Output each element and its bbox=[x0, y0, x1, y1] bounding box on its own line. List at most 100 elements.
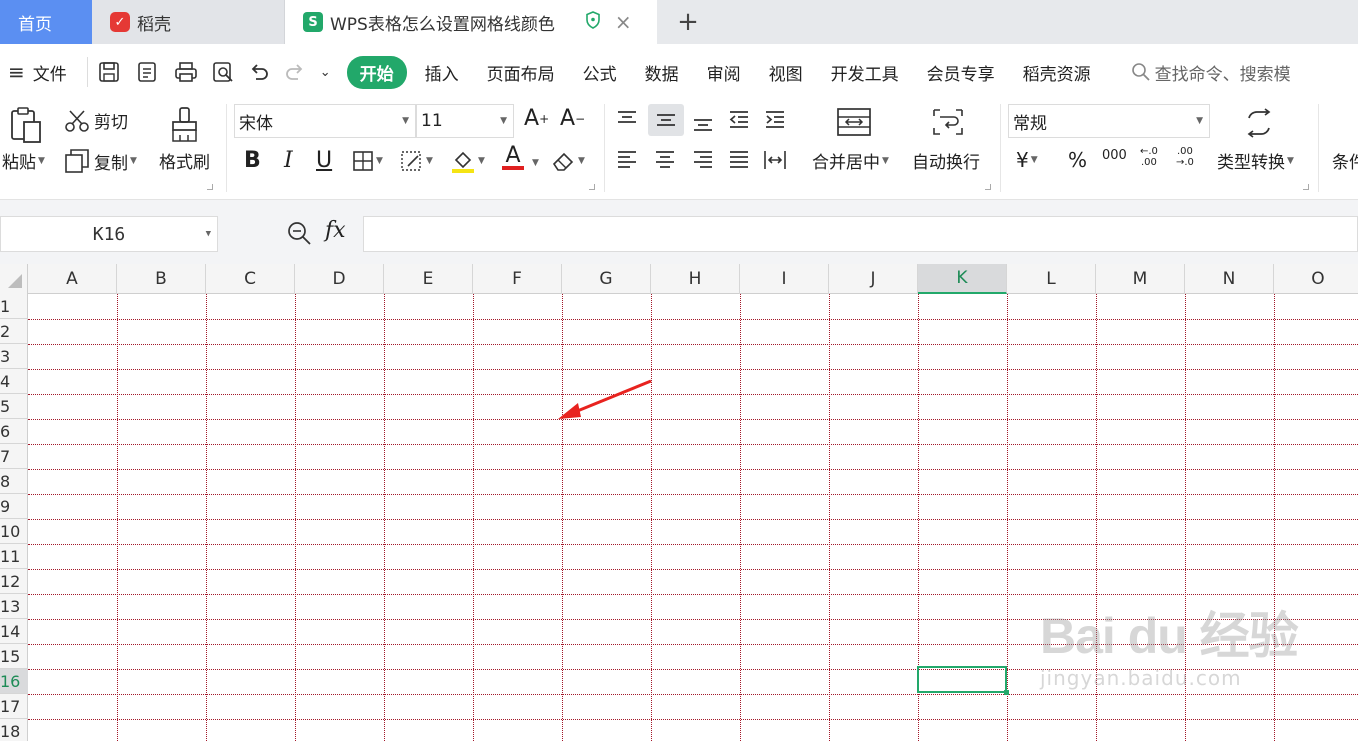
menu-view[interactable]: 视图 bbox=[769, 60, 803, 85]
distributed-align-icon[interactable] bbox=[762, 148, 788, 172]
percent-icon[interactable]: % bbox=[1068, 148, 1087, 172]
column-header-a[interactable]: A bbox=[28, 264, 117, 294]
font-size-select[interactable]: 11 ▼ bbox=[416, 104, 514, 138]
menu-page-layout[interactable]: 页面布局 bbox=[487, 60, 555, 85]
menu-developer[interactable]: 开发工具 bbox=[831, 60, 899, 85]
italic-icon[interactable]: I bbox=[284, 148, 293, 173]
menu-start[interactable]: 开始 bbox=[346, 55, 407, 89]
row-header-7[interactable]: 7 bbox=[0, 444, 28, 469]
tab-document[interactable]: S WPS表格怎么设置网格线颜色 × bbox=[285, 0, 657, 44]
column-header-k[interactable]: K bbox=[918, 264, 1007, 294]
row-header-16[interactable]: 16 bbox=[0, 669, 28, 694]
selected-cell-k16[interactable] bbox=[917, 666, 1009, 695]
more-chevron-icon[interactable]: ⌄ bbox=[320, 65, 331, 80]
save-icon[interactable] bbox=[98, 61, 120, 83]
column-header-g[interactable]: G bbox=[562, 264, 651, 294]
insert-function-icon[interactable]: fx bbox=[325, 218, 346, 243]
wrap-text-icon[interactable] bbox=[930, 106, 966, 138]
wrap-text-button[interactable]: 自动换行 bbox=[912, 148, 980, 173]
bold-icon[interactable]: B bbox=[244, 148, 261, 173]
menu-formula[interactable]: 公式 bbox=[583, 60, 617, 85]
zoom-search-icon[interactable] bbox=[286, 220, 312, 246]
column-header-m[interactable]: M bbox=[1096, 264, 1185, 294]
dropdown-arrow-icon[interactable]: ▼ bbox=[532, 158, 539, 168]
alignment-launcher-icon[interactable] bbox=[985, 184, 991, 190]
select-all-corner[interactable] bbox=[0, 264, 28, 294]
column-header-d[interactable]: D bbox=[295, 264, 384, 294]
paste-button[interactable]: 粘贴 ▼ bbox=[2, 148, 45, 173]
menu-review[interactable]: 审阅 bbox=[707, 60, 741, 85]
row-header-10[interactable]: 10 bbox=[0, 519, 28, 544]
redo-icon[interactable] bbox=[284, 61, 306, 83]
justify-icon[interactable] bbox=[726, 148, 752, 172]
format-painter-icon[interactable] bbox=[168, 106, 202, 144]
row-header-11[interactable]: 11 bbox=[0, 544, 28, 569]
decrease-decimal-icon[interactable]: .00 →.0 bbox=[1176, 146, 1194, 168]
column-header-e[interactable]: E bbox=[384, 264, 473, 294]
underline-icon[interactable]: U bbox=[316, 148, 332, 173]
font-color-icon[interactable]: A bbox=[502, 145, 524, 170]
row-header-3[interactable]: 3 bbox=[0, 344, 28, 369]
menu-file[interactable]: 文件 bbox=[33, 60, 67, 85]
column-header-c[interactable]: C bbox=[206, 264, 295, 294]
column-header-i[interactable]: I bbox=[740, 264, 829, 294]
font-launcher-icon[interactable] bbox=[589, 184, 595, 190]
number-format-select[interactable]: 常规 ▼ bbox=[1008, 104, 1210, 138]
name-box[interactable]: K16 ▼ bbox=[0, 216, 218, 252]
menu-member[interactable]: 会员专享 bbox=[927, 60, 995, 85]
hamburger-menu-icon[interactable]: ≡ bbox=[8, 60, 25, 84]
export-pdf-icon[interactable] bbox=[136, 61, 158, 83]
align-center-icon[interactable] bbox=[652, 148, 678, 172]
tab-daoke[interactable]: ✓ 稻壳 bbox=[92, 0, 285, 44]
tab-home[interactable]: 首页 bbox=[0, 0, 92, 44]
thousands-separator-icon[interactable]: 000 bbox=[1102, 148, 1127, 163]
print-preview-icon[interactable] bbox=[212, 61, 234, 83]
row-header-15[interactable]: 15 bbox=[0, 644, 28, 669]
align-bottom-icon[interactable] bbox=[690, 108, 716, 132]
fill-pattern-icon[interactable]: ▼ bbox=[400, 150, 433, 172]
currency-icon[interactable]: ¥ ▼ bbox=[1016, 148, 1038, 172]
paste-icon[interactable] bbox=[8, 106, 44, 144]
row-header-14[interactable]: 14 bbox=[0, 619, 28, 644]
row-header-4[interactable]: 4 bbox=[0, 369, 28, 394]
merge-center-icon[interactable] bbox=[836, 106, 872, 138]
clipboard-launcher-icon[interactable] bbox=[207, 184, 213, 190]
type-convert-icon[interactable] bbox=[1243, 108, 1275, 138]
row-header-9[interactable]: 9 bbox=[0, 494, 28, 519]
align-left-icon[interactable] bbox=[614, 148, 640, 172]
format-painter-button[interactable]: 格式刷 bbox=[159, 148, 210, 173]
clear-format-icon[interactable]: ▼ bbox=[550, 150, 585, 172]
font-name-select[interactable]: 宋体 ▼ bbox=[234, 104, 416, 138]
column-header-o[interactable]: O bbox=[1274, 264, 1358, 294]
conditional-format-button[interactable]: 条件 bbox=[1332, 148, 1358, 173]
number-launcher-icon[interactable] bbox=[1303, 184, 1309, 190]
increase-decimal-icon[interactable]: ←.0.00 bbox=[1140, 146, 1158, 168]
column-header-f[interactable]: F bbox=[473, 264, 562, 294]
column-header-j[interactable]: J bbox=[829, 264, 918, 294]
row-header-1[interactable]: 1 bbox=[0, 294, 28, 319]
increase-font-icon[interactable]: A + bbox=[524, 106, 549, 131]
row-header-18[interactable]: 18 bbox=[0, 719, 28, 741]
row-header-12[interactable]: 12 bbox=[0, 569, 28, 594]
align-top-icon[interactable] bbox=[614, 108, 640, 132]
menu-insert[interactable]: 插入 bbox=[425, 60, 459, 85]
type-convert-button[interactable]: 类型转换 ▼ bbox=[1217, 148, 1294, 173]
row-header-13[interactable]: 13 bbox=[0, 594, 28, 619]
row-header-8[interactable]: 8 bbox=[0, 469, 28, 494]
print-icon[interactable] bbox=[174, 61, 198, 83]
row-header-17[interactable]: 17 bbox=[0, 694, 28, 719]
align-right-icon[interactable] bbox=[690, 148, 716, 172]
undo-icon[interactable] bbox=[248, 61, 270, 83]
increase-indent-icon[interactable] bbox=[762, 108, 788, 132]
row-header-2[interactable]: 2 bbox=[0, 319, 28, 344]
decrease-indent-icon[interactable] bbox=[726, 108, 752, 132]
cut-button[interactable]: 剪切 bbox=[64, 108, 128, 133]
formula-input[interactable] bbox=[363, 216, 1358, 252]
menu-daoke-resources[interactable]: 稻壳资源 bbox=[1023, 60, 1091, 85]
column-header-b[interactable]: B bbox=[117, 264, 206, 294]
menu-data[interactable]: 数据 bbox=[645, 60, 679, 85]
close-tab-icon[interactable]: × bbox=[615, 10, 632, 34]
command-search[interactable]: 查找命令、搜索模 bbox=[1131, 60, 1291, 85]
merge-center-button[interactable]: 合并居中 ▼ bbox=[812, 148, 889, 173]
column-header-h[interactable]: H bbox=[651, 264, 740, 294]
